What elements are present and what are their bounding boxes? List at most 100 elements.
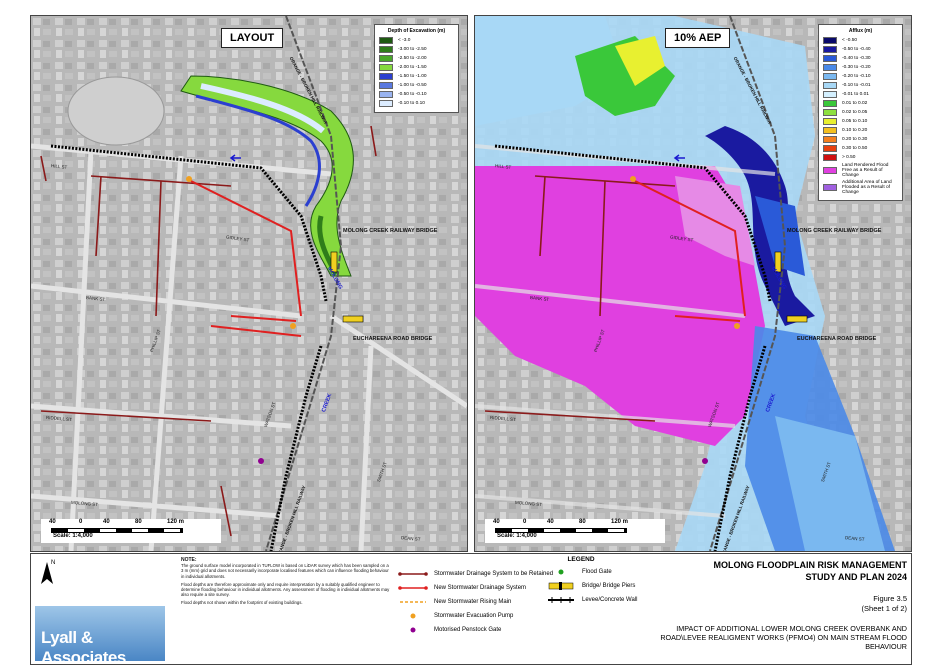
note-paragraph-2: Flood depths are therefore approximate o… [181, 581, 390, 598]
drain-retained-icon [398, 572, 428, 576]
afflux-legend-swatch [823, 184, 837, 191]
afflux-legend-swatch [823, 55, 837, 62]
afflux-legend-label: Additional Area of Land Flooded as a Res… [842, 180, 892, 195]
company-logo: Lyall & Associates [35, 606, 165, 667]
legend-item-bridge: Bridge/ Bridge Piers [546, 582, 635, 590]
afflux-legend-row: Land Rendered Flood Free as a Result of … [823, 163, 898, 178]
main-legend-title: LEGEND [567, 556, 595, 563]
depth-legend-row: -0.10 to 0.10 [379, 100, 454, 107]
note-block: NOTE: The ground surface model incorpora… [181, 557, 391, 609]
depth-legend-swatch [379, 46, 393, 53]
afflux-legend-title: Afflux (m) [848, 28, 873, 34]
afflux-legend-row: 0.02 to 0.05 [823, 109, 898, 116]
afflux-legend-row: 0.05 to 0.10 [823, 118, 898, 125]
afflux-legend-swatch [823, 64, 837, 71]
scale-tick-4: 120 m [167, 519, 185, 525]
main-legend: LEGEND Stormwater Drainage System to be … [396, 556, 637, 633]
depth-legend-swatch [379, 82, 393, 89]
afflux-legend-label: -0.20 to -0.10 [842, 74, 871, 79]
depth-legend-swatch [379, 37, 393, 44]
logo-text: Lyall & Associates [41, 628, 126, 667]
afflux-legend-label: Land Rendered Flood Free as a Result of … [842, 163, 889, 178]
map-panel-layout: LAYOUT Depth of Excavation (m) < -3.0 -3.… [30, 15, 468, 552]
afflux-legend-label: 0.02 to 0.05 [842, 110, 868, 115]
legend-item-levee: Levee/Concrete Wall [546, 596, 637, 604]
depth-legend-row: -2.00 to -1.50 [379, 64, 454, 71]
depth-legend-row: -1.50 to -1.00 [379, 73, 454, 80]
depth-legend-swatch [379, 55, 393, 62]
afflux-legend-label: -0.01 to 0.01 [842, 92, 869, 97]
depth-legend-row: -0.50 to -0.10 [379, 91, 454, 98]
north-label: N [51, 560, 56, 566]
afflux-legend-swatch [823, 118, 837, 125]
depth-legend-title: Depth of Excavation (m) [387, 28, 446, 34]
afflux-legend-row: 0.10 to 0.20 [823, 127, 898, 134]
afflux-legend-row: -0.10 to -0.01 [823, 82, 898, 89]
afflux-legend-swatch [823, 82, 837, 89]
depth-legend-label: -0.50 to -0.10 [398, 92, 427, 97]
depth-legend-row: -3.00 to -2.50 [379, 46, 454, 53]
scale-text-right: Scale: 1:4,000 [497, 533, 537, 539]
depth-legend-swatch [379, 73, 393, 80]
levee-icon [548, 597, 574, 603]
depth-legend-swatch [379, 91, 393, 98]
bridge-label-euchareena-right: EUCHAREENA ROAD BRIDGE [797, 336, 877, 342]
afflux-legend-swatch [823, 46, 837, 53]
depth-legend-row: -2.50 to -2.00 [379, 55, 454, 62]
legend-item-new-drain: New Stormwater Drainage System [398, 584, 526, 592]
note-paragraph-1: The ground surface model incorporated in… [181, 563, 389, 579]
figure-number: Figure 3.5 [873, 594, 907, 603]
legend-label-new-drain: New Stormwater Drainage System [434, 585, 527, 591]
afflux-legend-swatch [823, 136, 837, 143]
scale-bar-right: 40 0 40 80 120 m Scale: 1:4,000 [485, 519, 665, 543]
depth-legend-swatch [379, 64, 393, 71]
bridge-label-railway-right: MOLONG CREEK RAILWAY BRIDGE [787, 228, 882, 234]
afflux-legend-swatch [823, 154, 837, 161]
legend-label-pump: Stormwater Evacuation Pump [434, 613, 514, 619]
afflux-legend: Afflux (m) < -0.50 -0.50 to -0.40 -0.40 to… [818, 24, 903, 201]
title-strip: N Lyall & Associates NOTE: The ground su… [30, 553, 912, 667]
afflux-legend-swatch [823, 100, 837, 107]
scale-tick-2-right: 40 [547, 519, 554, 525]
legend-label-flood-gate: Flood Gate [582, 569, 612, 575]
map-panel-10pct-aep: 10% AEP Afflux (m) < -0.50 -0.50 to -0.40… [474, 15, 912, 552]
afflux-legend-label: 0.01 to 0.02 [842, 101, 868, 106]
afflux-legend-label: 0.10 to 0.20 [842, 128, 868, 133]
scale-tick-4-right: 120 m [611, 519, 629, 525]
afflux-legend-row: -0.50 to -0.40 [823, 46, 898, 53]
map-title-layout: LAYOUT [221, 28, 284, 48]
legend-label-penstock: Motorised Penstock Gate [434, 627, 502, 633]
legend-label-rising-main: New Stormwater Rising Main [434, 599, 512, 605]
flood-gate-icon [558, 569, 564, 575]
map-title-aep: 10% AEP [665, 28, 731, 48]
depth-legend-swatch [379, 100, 393, 107]
legend-label-retained: Stormwater Drainage System to be Retaine… [434, 571, 554, 577]
afflux-legend-row: Additional Area of Land Flooded as a Res… [823, 180, 898, 195]
afflux-legend-label: > 0.50 [842, 155, 856, 160]
pump-icon [410, 613, 416, 619]
depth-legend-label: -3.00 to -2.50 [398, 47, 427, 52]
afflux-legend-swatch [823, 73, 837, 80]
afflux-legend-label: 0.05 to 0.10 [842, 119, 868, 124]
afflux-legend-label: < -0.50 [842, 38, 858, 43]
penstock-icon [410, 627, 416, 633]
depth-legend: Depth of Excavation (m) < -3.0 -3.00 to -… [374, 24, 459, 113]
report-title-line-2: STUDY AND PLAN 2024 [805, 572, 907, 582]
legend-item-flood-gate: Flood Gate [546, 568, 612, 576]
afflux-legend-row: 0.01 to 0.02 [823, 100, 898, 107]
afflux-legend-swatch [823, 127, 837, 134]
bridge-icon [548, 582, 574, 590]
afflux-legend-row: -0.30 to -0.20 [823, 64, 898, 71]
depth-legend-label: -1.00 to -0.50 [398, 83, 427, 88]
bridge-label-euchareena: EUCHAREENA ROAD BRIDGE [353, 336, 433, 342]
afflux-legend-row: 0.20 to 0.30 [823, 136, 898, 143]
depth-legend-label: -2.00 to -1.50 [398, 65, 427, 70]
legend-item-pump: Stormwater Evacuation Pump [398, 612, 513, 620]
depth-legend-label: -2.50 to -2.00 [398, 56, 427, 61]
afflux-legend-row: > 0.50 [823, 154, 898, 161]
drain-new-icon [398, 586, 428, 590]
afflux-legend-row: 0.30 to 0.50 [823, 145, 898, 152]
afflux-legend-row: -0.01 to 0.01 [823, 91, 898, 98]
scale-tick-1: 0 [79, 519, 83, 525]
depth-legend-label: < -3.0 [398, 38, 411, 43]
